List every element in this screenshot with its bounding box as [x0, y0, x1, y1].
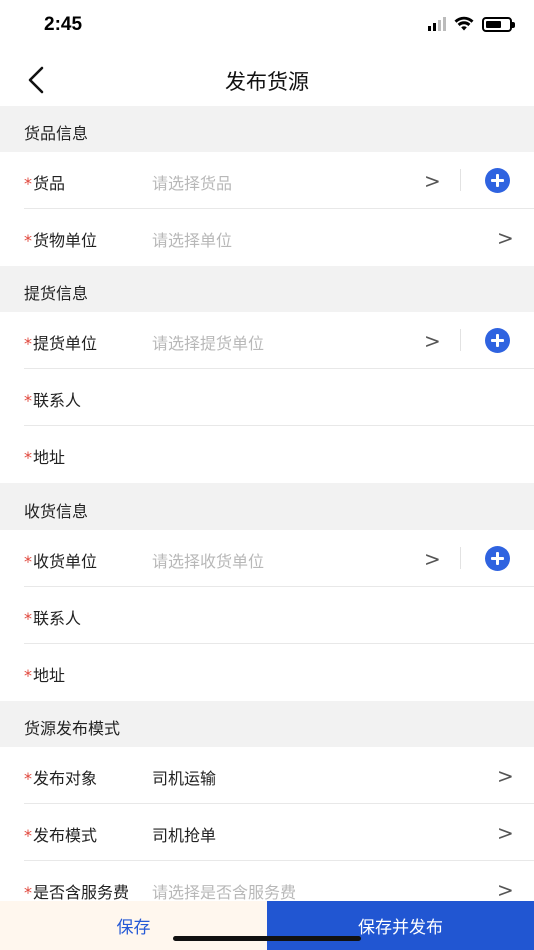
required-mark: * — [24, 826, 32, 845]
chevron-right-icon[interactable]: > — [497, 764, 514, 788]
required-mark: * — [24, 769, 32, 788]
publish-mode-field[interactable]: *发布模式 司机抢单 > — [0, 804, 534, 861]
save-and-publish-button[interactable]: 保存并发布 — [267, 901, 534, 950]
publish-mode-label: *发布模式 — [24, 826, 98, 845]
section-title: 货品信息 — [24, 124, 89, 143]
section-header-goods: 货品信息 — [0, 106, 534, 152]
publish-mode-value: 司机抢单 — [152, 826, 217, 845]
receive-unit-label: *收货单位 — [24, 552, 98, 571]
section-header-receive: 收货信息 — [0, 484, 534, 530]
save-button[interactable]: 保存 — [0, 901, 267, 950]
pickup-unit-placeholder: 请选择提货单位 — [152, 334, 265, 353]
pickup-contact-field[interactable]: *联系人 — [0, 369, 534, 426]
section-title: 货源发布模式 — [24, 719, 121, 738]
section-header-publish-mode: 货源发布模式 — [0, 701, 534, 747]
required-mark: * — [24, 609, 32, 628]
section-title: 收货信息 — [24, 502, 89, 521]
bottom-action-bar: 保存 保存并发布 — [0, 901, 534, 950]
chevron-right-icon[interactable]: > — [497, 226, 514, 250]
required-mark: * — [24, 391, 32, 410]
goods-label: *货品 — [24, 174, 66, 193]
goods-placeholder: 请选择货品 — [152, 174, 233, 193]
home-indicator — [173, 936, 361, 941]
required-mark: * — [24, 231, 32, 250]
receive-contact-field[interactable]: *联系人 — [0, 587, 534, 644]
required-mark: * — [24, 666, 32, 685]
service-fee-placeholder: 请选择是否含服务费 — [152, 883, 297, 902]
required-mark: * — [24, 883, 32, 902]
divider — [460, 547, 461, 569]
battery-icon — [482, 16, 515, 32]
required-mark: * — [24, 552, 32, 571]
add-receive-unit-button[interactable] — [485, 546, 510, 571]
receive-address-label: *地址 — [24, 666, 66, 685]
receive-contact-label: *联系人 — [24, 609, 82, 628]
status-bar: 2:45 — [0, 0, 534, 52]
chevron-right-icon[interactable]: > — [424, 169, 441, 193]
page-title: 发布货源 — [225, 70, 309, 94]
add-goods-button[interactable] — [485, 168, 510, 193]
receive-unit-placeholder: 请选择收货单位 — [152, 552, 265, 571]
required-mark: * — [24, 174, 32, 193]
chevron-right-icon[interactable]: > — [497, 878, 514, 902]
section-title: 提货信息 — [24, 284, 89, 303]
pickup-address-field[interactable]: *地址 — [0, 426, 534, 483]
receive-unit-field[interactable]: *收货单位 请选择收货单位 > — [0, 530, 534, 587]
status-icons — [428, 16, 515, 32]
required-mark: * — [24, 448, 32, 467]
chevron-right-icon[interactable]: > — [424, 547, 441, 571]
chevron-right-icon[interactable]: > — [424, 329, 441, 353]
divider — [460, 169, 461, 191]
chevron-right-icon[interactable]: > — [497, 821, 514, 845]
goods-field[interactable]: *货品 请选择货品 > — [0, 152, 534, 209]
section-header-pickup: 提货信息 — [0, 266, 534, 312]
publish-target-label: *发布对象 — [24, 769, 98, 788]
pickup-address-label: *地址 — [24, 448, 66, 467]
service-fee-label: *是否含服务费 — [24, 883, 130, 902]
publish-target-field[interactable]: *发布对象 司机运输 > — [0, 747, 534, 804]
pickup-unit-field[interactable]: *提货单位 请选择提货单位 > — [0, 312, 534, 369]
goods-unit-label: *货物单位 — [24, 231, 98, 250]
receive-address-field[interactable]: *地址 — [0, 644, 534, 701]
pickup-unit-label: *提货单位 — [24, 334, 98, 353]
divider — [460, 329, 461, 351]
pickup-contact-label: *联系人 — [24, 391, 82, 410]
goods-unit-field[interactable]: *货物单位 请选择单位 > — [0, 209, 534, 266]
status-time: 2:45 — [44, 14, 83, 35]
add-pickup-unit-button[interactable] — [485, 328, 510, 353]
publish-target-value: 司机运输 — [152, 769, 217, 788]
required-mark: * — [24, 334, 32, 353]
wifi-icon — [454, 16, 474, 31]
goods-unit-placeholder: 请选择单位 — [152, 231, 233, 250]
signal-icon — [428, 17, 446, 31]
nav-bar: 发布货源 — [0, 52, 534, 106]
